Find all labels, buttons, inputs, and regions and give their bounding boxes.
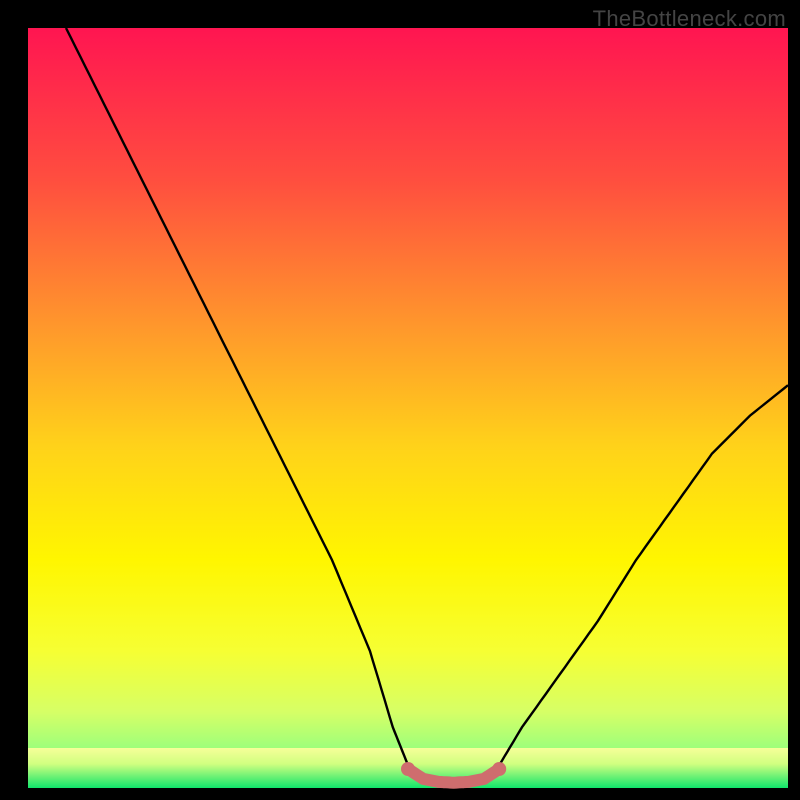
bottleneck-chart — [0, 0, 800, 800]
optimal-marker-dot — [492, 762, 506, 776]
chart-frame: TheBottleneck.com — [0, 0, 800, 800]
watermark-text: TheBottleneck.com — [593, 6, 786, 32]
plot-background — [28, 28, 788, 788]
optimal-marker-dot — [401, 762, 415, 776]
